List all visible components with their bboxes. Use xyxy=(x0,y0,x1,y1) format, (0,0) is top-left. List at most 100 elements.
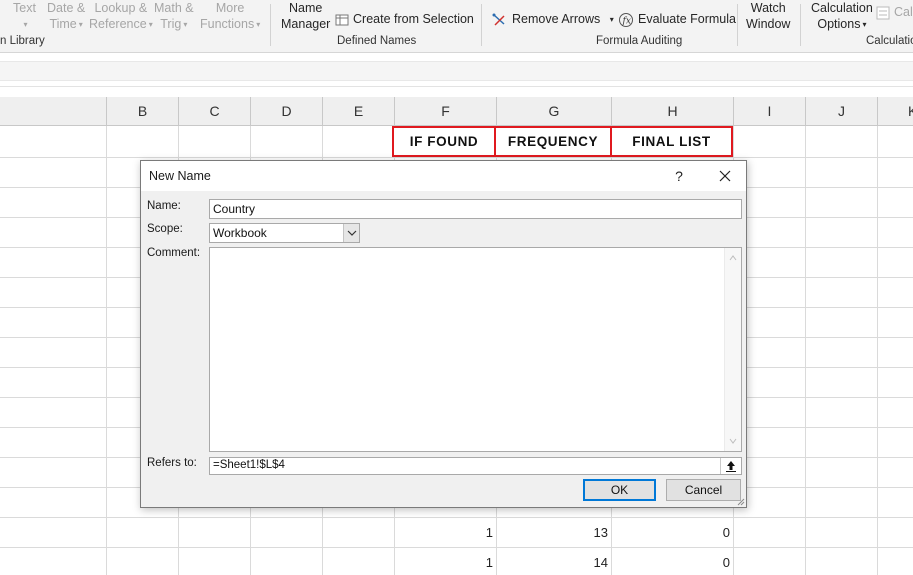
evaluate-formula-label: Evaluate Formula xyxy=(638,12,736,26)
name-input[interactable] xyxy=(209,199,742,219)
cell-value[interactable]: 0 xyxy=(611,555,730,570)
dialog-title-bar[interactable]: New Name ? xyxy=(141,161,746,191)
name-manager-label-1: Name xyxy=(289,1,323,15)
calculate-now-button[interactable]: Cal xyxy=(876,4,913,20)
new-name-dialog: New Name ? Name: Scope: Workbook Comment… xyxy=(140,160,747,508)
refers-to-input[interactable]: =Sheet1!$L$4 xyxy=(209,457,742,475)
cell-value[interactable]: 13 xyxy=(496,525,608,540)
scroll-up-icon[interactable] xyxy=(729,254,737,262)
help-button[interactable]: ? xyxy=(669,166,689,186)
gridline xyxy=(0,547,913,548)
cell-value[interactable]: 0 xyxy=(611,525,730,540)
watch-window-label-1: Watch xyxy=(750,1,786,15)
chevron-down-icon: ▾ xyxy=(148,19,153,29)
evaluate-formula-icon: fx xyxy=(619,12,633,27)
formula-auditing-group-label: Formula Auditing xyxy=(596,35,683,47)
cell-value[interactable]: 14 xyxy=(496,555,608,570)
header-cell-frequency[interactable]: FREQUENCY xyxy=(494,126,612,157)
math-label-1: Math & xyxy=(154,1,194,15)
dialog-title: New Name xyxy=(149,169,211,183)
scope-dropdown[interactable]: Workbook xyxy=(209,223,360,243)
column-header-j[interactable]: J xyxy=(805,97,877,126)
date-time-label-1: Date & xyxy=(47,1,86,15)
gridline xyxy=(877,126,878,575)
svg-text:fx: fx xyxy=(622,16,631,26)
math-label-2: Trig xyxy=(160,17,182,31)
close-icon xyxy=(719,170,731,182)
create-from-selection-icon xyxy=(335,14,349,26)
column-header-i[interactable]: I xyxy=(733,97,805,126)
comment-label: Comment: xyxy=(147,247,201,259)
chevron-down-icon: ▾ xyxy=(78,19,83,29)
column-header-b[interactable]: B xyxy=(106,97,178,126)
scroll-down-icon[interactable] xyxy=(729,437,737,445)
create-from-selection-button[interactable]: Create from Selection xyxy=(335,11,474,27)
calculation-options-button[interactable]: Calculation Options ▾ xyxy=(811,0,873,33)
chevron-down-icon: ▾ xyxy=(183,19,188,29)
header-cell-final-list[interactable]: FINAL LIST xyxy=(610,126,733,157)
column-header-g[interactable]: G xyxy=(496,97,611,126)
gridline xyxy=(0,157,913,158)
gridline xyxy=(0,517,913,518)
evaluate-formula-button[interactable]: fx Evaluate Formula xyxy=(618,11,736,28)
defined-names-group-label: Defined Names xyxy=(337,35,417,47)
lookup-label-2: Reference xyxy=(89,17,147,31)
cancel-button[interactable]: Cancel xyxy=(666,479,741,501)
column-header-d[interactable]: D xyxy=(250,97,322,126)
date-time-button[interactable]: Date & Time ▾ xyxy=(47,0,85,33)
remove-arrows-button[interactable]: Remove Arrows ▾ xyxy=(492,11,614,28)
ok-button[interactable]: OK xyxy=(583,479,656,501)
lookup-reference-button[interactable]: Lookup & Reference ▾ xyxy=(89,0,153,33)
create-from-selection-label: Create from Selection xyxy=(353,12,474,26)
collapse-dialog-button[interactable] xyxy=(720,458,740,474)
calc-options-label-1: Calculation xyxy=(811,1,873,15)
group-divider xyxy=(270,4,271,46)
name-manager-button[interactable]: Name Manager xyxy=(281,0,330,32)
scope-dropdown-button[interactable] xyxy=(343,224,359,242)
resize-grip-icon[interactable] xyxy=(736,497,745,506)
cell-value[interactable]: 1 xyxy=(394,555,493,570)
lookup-label-1: Lookup & xyxy=(94,1,148,15)
function-library-group-label: n Library xyxy=(0,35,45,47)
calculate-now-label: Cal xyxy=(894,5,913,19)
group-divider xyxy=(737,4,738,46)
comment-scrollbar[interactable] xyxy=(724,248,741,451)
calculation-group-label: Calculatio xyxy=(866,35,913,47)
column-headers: B C D E F G H I J K xyxy=(0,97,913,126)
comment-textarea[interactable] xyxy=(209,247,742,452)
cell-value[interactable]: 1 xyxy=(394,525,493,540)
chevron-down-icon: ▾ xyxy=(862,19,867,29)
chevron-down-icon: ▾ xyxy=(256,19,261,29)
more-label-1: More xyxy=(215,1,245,15)
math-trig-button[interactable]: Math & Trig ▾ xyxy=(154,0,194,33)
calc-options-label-2: Options xyxy=(817,17,861,31)
header-cell-if-found[interactable]: IF FOUND xyxy=(392,126,496,157)
column-header-e[interactable]: E xyxy=(322,97,394,126)
column-header-k[interactable]: K xyxy=(877,97,913,126)
scope-label: Scope: xyxy=(147,223,183,235)
formula-bar-area xyxy=(0,53,913,87)
chevron-down-icon: ▾ xyxy=(23,19,28,29)
column-header-f[interactable]: F xyxy=(394,97,496,126)
gridline xyxy=(106,126,107,575)
date-time-label-2: Time xyxy=(49,17,77,31)
chevron-down-icon[interactable]: ▾ xyxy=(610,15,614,24)
row-header-corner[interactable] xyxy=(0,97,106,126)
ribbon: Text ▾ Date & Time ▾ Lookup & Reference ▾ … xyxy=(0,0,913,53)
refers-to-label: Refers to: xyxy=(147,457,197,469)
calculator-icon xyxy=(876,6,890,20)
column-header-h[interactable]: H xyxy=(611,97,733,126)
close-button[interactable] xyxy=(713,166,737,186)
more-functions-button[interactable]: More Functions ▾ xyxy=(200,0,260,33)
gridline xyxy=(805,126,806,575)
chevron-down-icon xyxy=(347,230,357,236)
collapse-dialog-icon xyxy=(726,461,736,472)
text-functions-button[interactable]: Text ▾ xyxy=(13,0,36,33)
remove-arrows-label: Remove Arrows xyxy=(512,12,601,26)
more-label-2: Functions xyxy=(200,17,255,31)
formula-bar[interactable] xyxy=(0,61,913,81)
name-manager-label-2: Manager xyxy=(281,17,331,31)
watch-window-button[interactable]: Watch Window xyxy=(746,0,790,32)
column-header-c[interactable]: C xyxy=(178,97,250,126)
watch-window-label-2: Window xyxy=(746,17,791,31)
